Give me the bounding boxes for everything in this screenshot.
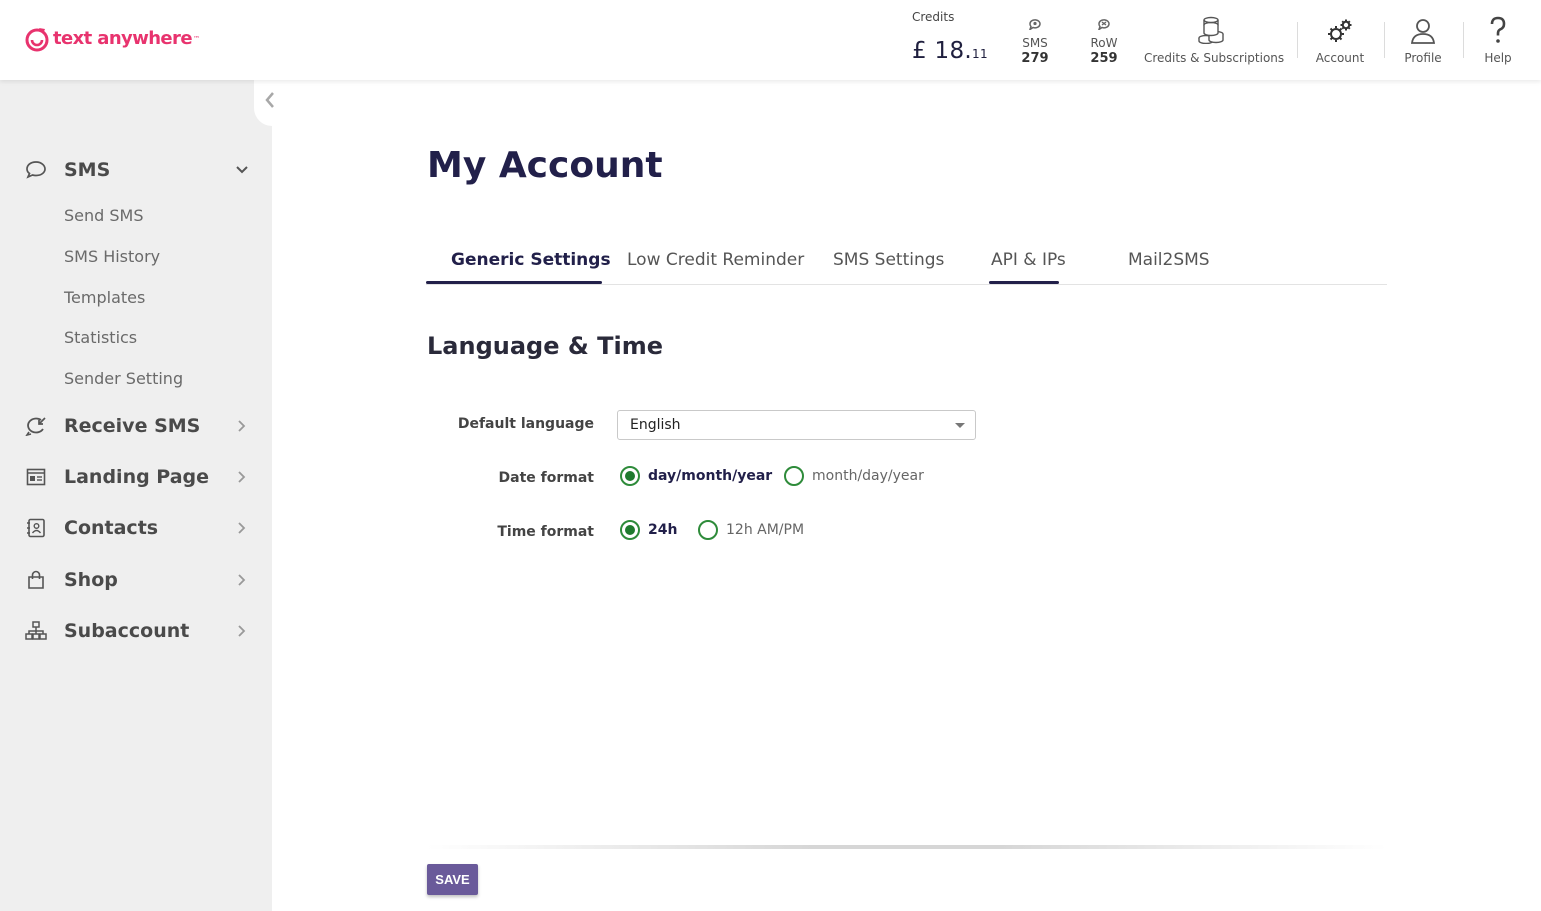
credits-whole: £ 18. bbox=[912, 38, 973, 64]
user-icon bbox=[1398, 16, 1448, 44]
sidebar-item-send-sms[interactable]: Send SMS bbox=[64, 206, 144, 225]
collapse-sidebar-button[interactable] bbox=[262, 88, 280, 114]
chevron-right-icon bbox=[234, 418, 250, 434]
credits-subscriptions-label: Credits & Subscriptions bbox=[1144, 51, 1285, 65]
time-format-12h-label: 12h AM/PM bbox=[726, 522, 805, 538]
header-divider bbox=[1297, 22, 1298, 58]
header-divider bbox=[1384, 22, 1385, 58]
save-button[interactable]: SAVE bbox=[427, 864, 478, 895]
tab-api-ips[interactable]: API & IPs bbox=[991, 250, 1066, 270]
sidebar-item-contacts-label: Contacts bbox=[64, 517, 159, 539]
sidebar-item-contacts[interactable]: Contacts bbox=[0, 508, 272, 548]
credits-cents: 11 bbox=[972, 47, 988, 61]
help-link[interactable]: Help bbox=[1478, 16, 1518, 68]
text-anywhere-logo[interactable]: text anywhere ™ bbox=[24, 26, 200, 52]
credits-balance: Credits £ 18.11 bbox=[912, 10, 992, 64]
caret-down-icon bbox=[955, 423, 965, 428]
tab-generic-settings[interactable]: Generic Settings bbox=[451, 250, 611, 270]
sidebar-item-sms-label: SMS bbox=[64, 159, 111, 181]
default-language-select[interactable]: English bbox=[617, 410, 976, 440]
settings-tabs: Generic Settings Low Credit Reminder SMS… bbox=[426, 236, 1387, 285]
chevron-right-icon bbox=[234, 520, 250, 536]
default-language-label: Default language bbox=[457, 416, 594, 432]
sms-credit-value: 279 bbox=[1021, 51, 1049, 66]
tab-low-credit-reminder[interactable]: Low Credit Reminder bbox=[627, 250, 804, 270]
chevron-right-icon bbox=[234, 623, 250, 639]
sidebar-item-sender-setting[interactable]: Sender Setting bbox=[64, 369, 183, 388]
sidebar-item-subaccount[interactable]: Subaccount bbox=[0, 611, 272, 651]
chevron-left-icon bbox=[265, 92, 274, 108]
date-format-dmy-radio[interactable]: day/month/year bbox=[620, 466, 772, 486]
sms-credit-label: SMS bbox=[1022, 36, 1048, 50]
tab-mail2sms[interactable]: Mail2SMS bbox=[1128, 250, 1210, 270]
row-credit-value: 259 bbox=[1090, 51, 1118, 66]
coins-icon bbox=[1144, 16, 1278, 44]
time-format-24h-label: 24h bbox=[648, 522, 678, 538]
credits-subscriptions-link[interactable]: Credits & Subscriptions bbox=[1144, 16, 1285, 68]
default-language-value: English bbox=[630, 417, 681, 433]
sidebar-item-receive-sms[interactable]: Receive SMS bbox=[0, 406, 272, 446]
radio-unchecked-icon bbox=[784, 466, 804, 486]
logo-icon bbox=[24, 26, 50, 52]
sms-credit-count: SMS 279 bbox=[1010, 18, 1060, 66]
date-format-label: Date format bbox=[498, 470, 594, 486]
date-format-dmy-label: day/month/year bbox=[648, 468, 773, 484]
chevron-right-icon bbox=[234, 572, 250, 588]
sidebar-item-templates[interactable]: Templates bbox=[64, 288, 145, 307]
row-credit-icon bbox=[1079, 18, 1129, 32]
date-format-mdy-radio[interactable]: month/day/year bbox=[784, 466, 924, 486]
row-credit-label: RoW bbox=[1090, 36, 1118, 50]
profile-label: Profile bbox=[1404, 51, 1442, 65]
logo-text: text anywhere bbox=[53, 27, 193, 49]
sidebar-item-sms-history[interactable]: SMS History bbox=[64, 247, 160, 266]
tab-sms-settings[interactable]: SMS Settings bbox=[833, 250, 944, 270]
sidebar-item-landing-page-label: Landing Page bbox=[64, 466, 210, 488]
footer-divider bbox=[427, 845, 1387, 849]
page-title: My Account bbox=[427, 145, 663, 186]
row-credit-count: RoW 259 bbox=[1079, 18, 1129, 66]
radio-unchecked-icon bbox=[698, 520, 718, 540]
time-format-12h-radio[interactable]: 12h AM/PM bbox=[698, 520, 804, 540]
credits-label: Credits bbox=[912, 10, 955, 24]
credits-amount: £ 18.11 bbox=[912, 38, 992, 64]
account-label: Account bbox=[1315, 51, 1365, 65]
receive-icon bbox=[24, 414, 48, 438]
time-format-label: Time format bbox=[497, 524, 594, 540]
date-format-mdy-label: month/day/year bbox=[812, 468, 924, 484]
landing-page-icon bbox=[24, 465, 48, 489]
contacts-icon bbox=[24, 516, 48, 540]
gears-icon bbox=[1312, 16, 1368, 44]
sms-credit-icon bbox=[1010, 18, 1060, 32]
radio-checked-icon bbox=[620, 520, 640, 540]
sidebar-item-shop[interactable]: Shop bbox=[0, 560, 272, 600]
sidebar-item-shop-label: Shop bbox=[64, 569, 118, 591]
account-link[interactable]: Account bbox=[1312, 16, 1368, 68]
profile-link[interactable]: Profile bbox=[1398, 16, 1448, 68]
sidebar-item-sms[interactable]: SMS bbox=[0, 150, 272, 190]
org-chart-icon bbox=[24, 619, 48, 643]
top-header: text anywhere ™ Credits £ 18.11 SMS 279 … bbox=[0, 0, 1541, 80]
radio-checked-icon bbox=[620, 466, 640, 486]
sidebar-item-subaccount-label: Subaccount bbox=[64, 620, 190, 642]
chat-bubble-icon bbox=[24, 158, 48, 182]
shopping-bag-icon bbox=[24, 568, 48, 592]
active-tab-indicator bbox=[426, 281, 602, 284]
sidebar-item-statistics[interactable]: Statistics bbox=[64, 328, 137, 347]
help-label: Help bbox=[1484, 51, 1512, 65]
question-icon bbox=[1478, 16, 1518, 44]
chevron-right-icon bbox=[234, 469, 250, 485]
sidebar-item-receive-sms-label: Receive SMS bbox=[64, 415, 201, 437]
logo-trademark: ™ bbox=[192, 35, 200, 43]
chevron-down-icon bbox=[234, 162, 250, 178]
sidebar-item-landing-page[interactable]: Landing Page bbox=[0, 457, 272, 497]
section-title: Language & Time bbox=[427, 332, 664, 360]
time-format-24h-radio[interactable]: 24h bbox=[620, 520, 677, 540]
header-divider bbox=[1463, 22, 1464, 58]
tab-hover-indicator bbox=[989, 281, 1059, 284]
